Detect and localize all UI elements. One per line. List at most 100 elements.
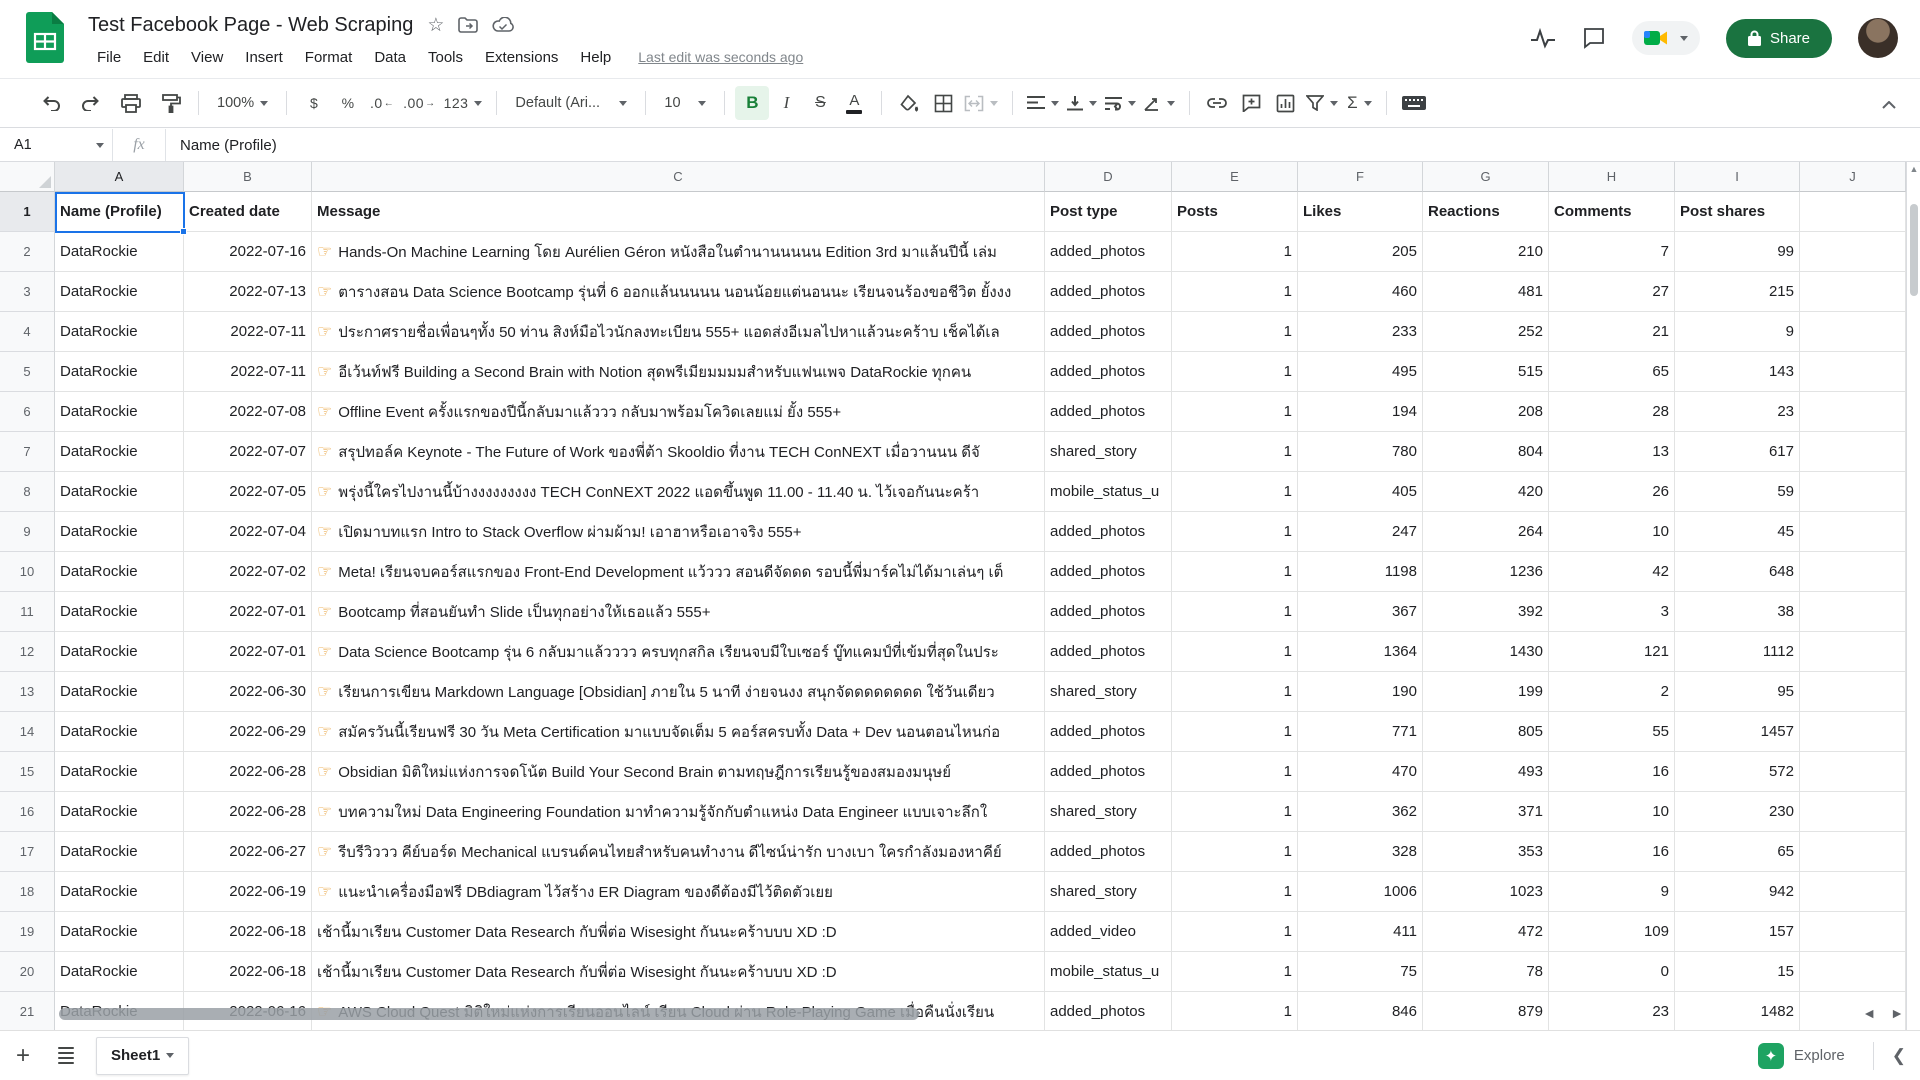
cell-reactions[interactable]: 208 bbox=[1423, 392, 1549, 432]
cell-name[interactable]: DataRockie bbox=[55, 472, 184, 512]
column-header-I[interactable]: I bbox=[1675, 162, 1800, 192]
cell-post_type[interactable]: added_photos bbox=[1045, 512, 1172, 552]
text-color-button[interactable]: A bbox=[837, 86, 871, 120]
cell-message[interactable]: ☞Hands-On Machine Learning โดย Aurélien … bbox=[312, 232, 1045, 272]
cell-post_type[interactable]: added_photos bbox=[1045, 832, 1172, 872]
paint-format-button[interactable] bbox=[154, 86, 188, 120]
cell-post_type[interactable]: added_video bbox=[1045, 912, 1172, 952]
cell-name[interactable]: DataRockie bbox=[55, 432, 184, 472]
cell-comments[interactable]: 21 bbox=[1549, 312, 1675, 352]
cell-message[interactable]: ☞สมัครวันนี้เรียนฟรี 30 วัน Meta Certifi… bbox=[312, 712, 1045, 752]
cell-posts[interactable]: 1 bbox=[1172, 872, 1298, 912]
cell-post_type[interactable]: added_photos bbox=[1045, 632, 1172, 672]
cell-shares[interactable]: 230 bbox=[1675, 792, 1800, 832]
cell-reactions[interactable]: 481 bbox=[1423, 272, 1549, 312]
cell-name[interactable]: DataRockie bbox=[55, 552, 184, 592]
share-button[interactable]: Share bbox=[1726, 19, 1832, 58]
decrease-decimal-button[interactable]: .0← bbox=[365, 86, 399, 120]
cell-name[interactable]: DataRockie bbox=[55, 752, 184, 792]
insert-comment-button[interactable] bbox=[1234, 86, 1268, 120]
comments-icon[interactable] bbox=[1582, 26, 1606, 50]
cell-reactions[interactable]: 392 bbox=[1423, 592, 1549, 632]
cell-comments[interactable]: 9 bbox=[1549, 872, 1675, 912]
menu-view[interactable]: View bbox=[182, 46, 232, 69]
cell-message[interactable]: ☞เปิดมาบทแรก Intro to Stack Overflow ผ่า… bbox=[312, 512, 1045, 552]
cell-date[interactable]: 2022-07-07 bbox=[184, 432, 312, 472]
cell-name[interactable]: DataRockie bbox=[55, 952, 184, 992]
cell-name[interactable]: DataRockie bbox=[55, 352, 184, 392]
filter-button[interactable] bbox=[1302, 86, 1342, 120]
cell-extra[interactable] bbox=[1800, 312, 1906, 352]
cell-reactions[interactable]: 1430 bbox=[1423, 632, 1549, 672]
cell-extra[interactable] bbox=[1800, 672, 1906, 712]
row-number-18[interactable]: 18 bbox=[0, 872, 55, 912]
strikethrough-button[interactable]: S bbox=[803, 86, 837, 120]
cell-name[interactable]: DataRockie bbox=[55, 872, 184, 912]
cell-name[interactable]: DataRockie bbox=[55, 592, 184, 632]
cell-likes[interactable]: 771 bbox=[1298, 712, 1423, 752]
cell-likes[interactable]: Likes bbox=[1298, 192, 1423, 232]
cell-shares[interactable]: 942 bbox=[1675, 872, 1800, 912]
cell-reactions[interactable]: 472 bbox=[1423, 912, 1549, 952]
cell-extra[interactable] bbox=[1800, 752, 1906, 792]
cell-shares[interactable]: 648 bbox=[1675, 552, 1800, 592]
undo-button[interactable] bbox=[34, 86, 68, 120]
number-format-select[interactable]: 123 bbox=[440, 86, 487, 120]
column-header-H[interactable]: H bbox=[1549, 162, 1675, 192]
cell-post_type[interactable]: added_photos bbox=[1045, 312, 1172, 352]
add-sheet-button[interactable]: + bbox=[0, 1042, 46, 1070]
cell-extra[interactable] bbox=[1800, 392, 1906, 432]
cell-extra[interactable] bbox=[1800, 472, 1906, 512]
cell-reactions[interactable]: 515 bbox=[1423, 352, 1549, 392]
menu-help[interactable]: Help bbox=[571, 46, 620, 69]
cell-reactions[interactable]: 353 bbox=[1423, 832, 1549, 872]
cell-reactions[interactable]: 371 bbox=[1423, 792, 1549, 832]
cell-post_type[interactable]: added_photos bbox=[1045, 992, 1172, 1030]
cell-reactions[interactable]: 1023 bbox=[1423, 872, 1549, 912]
activity-icon[interactable] bbox=[1530, 27, 1556, 49]
text-wrap-select[interactable] bbox=[1101, 86, 1140, 120]
document-title[interactable]: Test Facebook Page - Web Scraping bbox=[88, 14, 413, 37]
cell-reactions[interactable]: 252 bbox=[1423, 312, 1549, 352]
cell-shares[interactable]: Post shares bbox=[1675, 192, 1800, 232]
cell-comments[interactable]: 65 bbox=[1549, 352, 1675, 392]
cell-name[interactable]: DataRockie bbox=[55, 672, 184, 712]
cell-date[interactable]: 2022-07-16 bbox=[184, 232, 312, 272]
cell-posts[interactable]: 1 bbox=[1172, 632, 1298, 672]
column-header-A[interactable]: A bbox=[55, 162, 184, 192]
cell-extra[interactable] bbox=[1800, 632, 1906, 672]
cell-comments[interactable]: 0 bbox=[1549, 952, 1675, 992]
cell-message[interactable]: เช้านี้มาเรียน Customer Data Research กั… bbox=[312, 912, 1045, 952]
cell-extra[interactable] bbox=[1800, 432, 1906, 472]
cell-likes[interactable]: 1198 bbox=[1298, 552, 1423, 592]
cell-likes[interactable]: 233 bbox=[1298, 312, 1423, 352]
cell-shares[interactable]: 617 bbox=[1675, 432, 1800, 472]
merge-cells-button[interactable] bbox=[960, 86, 1002, 120]
cell-shares[interactable]: 95 bbox=[1675, 672, 1800, 712]
cell-date[interactable]: 2022-07-08 bbox=[184, 392, 312, 432]
cell-shares[interactable]: 572 bbox=[1675, 752, 1800, 792]
cell-post_type[interactable]: added_photos bbox=[1045, 272, 1172, 312]
cell-name[interactable]: DataRockie bbox=[55, 632, 184, 672]
cell-posts[interactable]: 1 bbox=[1172, 512, 1298, 552]
vertical-align-select[interactable] bbox=[1063, 86, 1101, 120]
row-number-13[interactable]: 13 bbox=[0, 672, 55, 712]
formula-input[interactable]: Name (Profile) bbox=[166, 137, 1920, 154]
cell-shares[interactable]: 59 bbox=[1675, 472, 1800, 512]
cell-post_type[interactable]: shared_story bbox=[1045, 672, 1172, 712]
menu-tools[interactable]: Tools bbox=[419, 46, 472, 69]
cell-date[interactable]: 2022-07-05 bbox=[184, 472, 312, 512]
cell-name[interactable]: DataRockie bbox=[55, 512, 184, 552]
cell-date[interactable]: 2022-06-29 bbox=[184, 712, 312, 752]
cell-date[interactable]: 2022-06-30 bbox=[184, 672, 312, 712]
cell-date[interactable]: 2022-07-02 bbox=[184, 552, 312, 592]
cell-shares[interactable]: 65 bbox=[1675, 832, 1800, 872]
cell-reactions[interactable]: 210 bbox=[1423, 232, 1549, 272]
row-number-2[interactable]: 2 bbox=[0, 232, 55, 272]
cell-likes[interactable]: 190 bbox=[1298, 672, 1423, 712]
cell-comments[interactable]: 3 bbox=[1549, 592, 1675, 632]
row-number-19[interactable]: 19 bbox=[0, 912, 55, 952]
row-number-15[interactable]: 15 bbox=[0, 752, 55, 792]
cell-message[interactable]: ☞Meta! เรียนจบคอร์สแรกของ Front-End Deve… bbox=[312, 552, 1045, 592]
account-avatar[interactable] bbox=[1858, 18, 1898, 58]
